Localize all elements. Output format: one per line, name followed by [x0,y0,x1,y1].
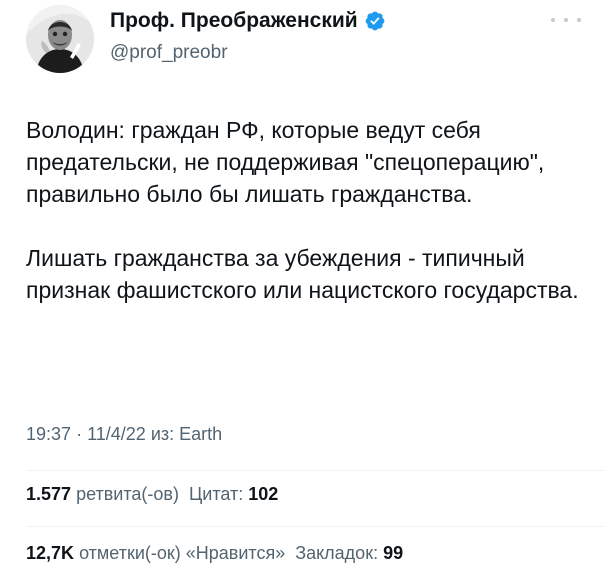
divider [26,470,604,471]
author-portrait-avatar [26,5,94,73]
retweets-stat[interactable]: 1.577 ретвита(-ов) [26,484,179,504]
tweet-date[interactable]: 11/4/22 [87,424,146,444]
tweet-paragraph: Володин: граждан РФ, которые ведут себя … [26,117,545,207]
tweet-paragraph: Лишать гражданства за убеждения - типичн… [26,245,579,303]
quotes-count: 102 [248,484,279,504]
tweet-source[interactable]: Earth [179,424,222,444]
likes-stat[interactable]: 12,7K отметки(-ок) «Нравится» [26,543,285,563]
bookmarks-label: Закладок: [295,543,379,563]
divider [26,526,604,527]
meta-separator: · [76,424,83,444]
quotes-stat[interactable]: Цитат: 102 [189,484,278,504]
quotes-label: Цитат: [188,484,244,504]
tweet-time[interactable]: 19:37 [26,424,71,444]
retweets-label: ретвита(-ов) [76,484,179,504]
author-name-row: Проф. Преображенский [110,8,386,34]
likes-count: 12,7K [26,543,75,563]
author-avatar[interactable] [26,5,94,73]
retweets-count: 1.577 [26,484,72,504]
more-options-icon[interactable] [551,10,581,30]
bookmarks-count: 99 [383,543,404,563]
likes-label: отметки(-ок) «Нравится» [79,543,286,563]
stats-row-likes: 12,7K отметки(-ок) «Нравится» Закладок: 9… [26,541,403,565]
tweet-meta: 19:37 · 11/4/22 из: Earth [26,422,222,446]
stats-row-retweets: 1.577 ретвита(-ов) Цитат: 102 [26,482,278,506]
tweet-card: Проф. Преображенский @prof_preobr Володи… [0,0,604,571]
bookmarks-stat[interactable]: Закладок: 99 [295,543,403,563]
source-prefix: из: [150,424,175,444]
tweet-text: Володин: граждан РФ, которые ведут себя … [26,114,586,306]
verified-badge-icon[interactable] [364,10,386,32]
author-display-name[interactable]: Проф. Преображенский [110,8,358,34]
author-handle[interactable]: @prof_preobr [110,41,228,65]
